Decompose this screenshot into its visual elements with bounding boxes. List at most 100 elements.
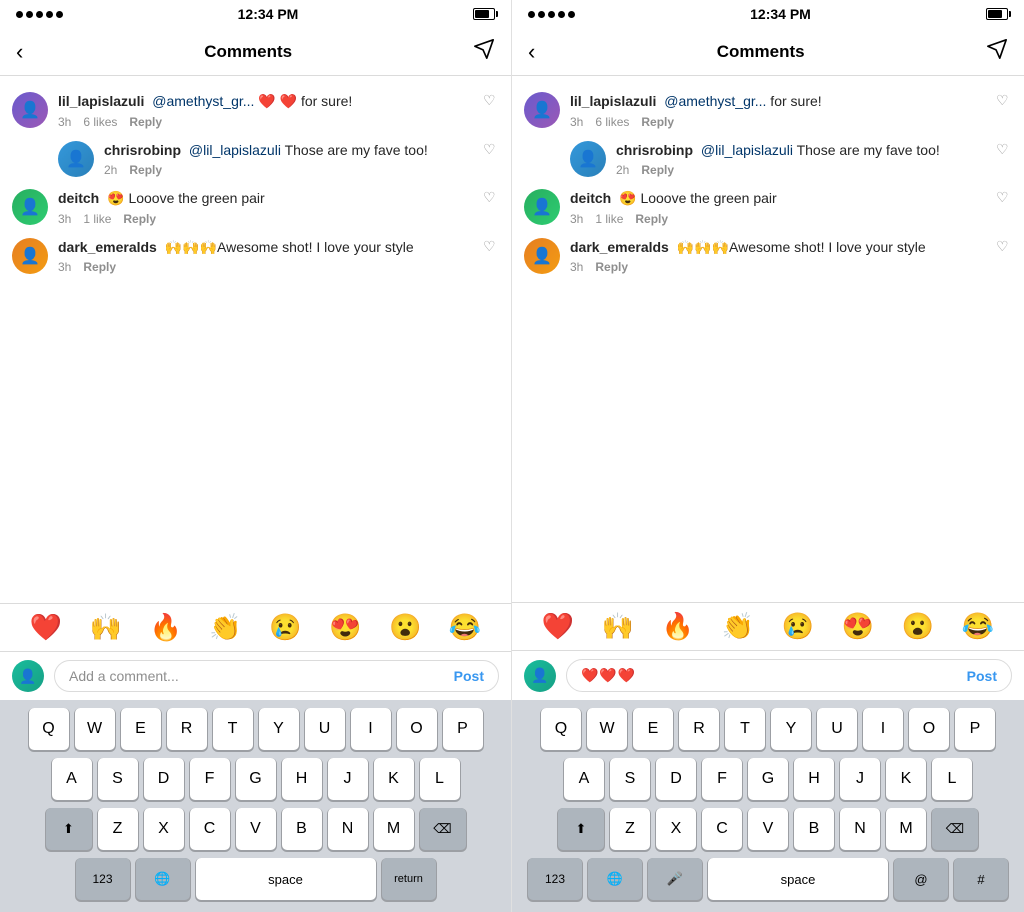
key-l[interactable]: L [932,758,972,800]
key-n[interactable]: N [328,808,368,850]
key-x[interactable]: X [144,808,184,850]
key-e[interactable]: E [121,708,161,750]
key-mic[interactable]: 🎤 [648,858,702,900]
key-space[interactable]: space [708,858,888,900]
key-shift[interactable]: ⬆ [46,808,92,850]
key-delete[interactable]: ⌫ [420,808,466,850]
key-g[interactable]: G [236,758,276,800]
key-c[interactable]: C [190,808,230,850]
key-at[interactable]: @ [894,858,948,900]
key-a[interactable]: A [52,758,92,800]
emoji-wow[interactable]: 😮 [389,612,421,643]
key-q[interactable]: Q [541,708,581,750]
key-l[interactable]: L [420,758,460,800]
key-p[interactable]: P [443,708,483,750]
emoji-cry[interactable]: 😢 [782,611,814,642]
key-u[interactable]: U [305,708,345,750]
emoji-clap[interactable]: 👏 [722,611,754,642]
key-s[interactable]: S [610,758,650,800]
emoji-hands[interactable]: 🙌 [90,612,122,643]
emoji-love[interactable]: 😍 [842,611,874,642]
key-z[interactable]: Z [610,808,650,850]
key-globe[interactable]: 🌐 [588,858,642,900]
key-y[interactable]: Y [771,708,811,750]
back-button-left[interactable]: ‹ [16,39,23,65]
key-k[interactable]: K [886,758,926,800]
like-icon[interactable]: ♡ [483,189,499,205]
key-space[interactable]: space [196,858,376,900]
emoji-laugh[interactable]: 😂 [449,612,481,643]
reply-button[interactable]: Reply [129,163,162,177]
key-r[interactable]: R [679,708,719,750]
key-123[interactable]: 123 [528,858,582,900]
emoji-cry[interactable]: 😢 [269,612,301,643]
reply-button[interactable]: Reply [641,115,674,129]
like-icon[interactable]: ♡ [996,238,1012,254]
key-v[interactable]: V [236,808,276,850]
key-r[interactable]: R [167,708,207,750]
like-icon[interactable]: ♡ [996,189,1012,205]
emoji-hands[interactable]: 🙌 [602,611,634,642]
key-s[interactable]: S [98,758,138,800]
like-icon[interactable]: ♡ [483,141,499,157]
like-icon[interactable]: ♡ [483,92,499,108]
like-icon[interactable]: ♡ [483,238,499,254]
back-button-right[interactable]: ‹ [528,39,535,65]
key-j[interactable]: J [328,758,368,800]
key-n[interactable]: N [840,808,880,850]
key-delete[interactable]: ⌫ [932,808,978,850]
key-q[interactable]: Q [29,708,69,750]
key-f[interactable]: F [190,758,230,800]
key-hash[interactable]: # [954,858,1008,900]
comment-input-box-right[interactable]: ❤️❤️❤️ Post [566,659,1012,692]
emoji-fire[interactable]: 🔥 [662,611,694,642]
key-e[interactable]: E [633,708,673,750]
key-return[interactable]: return [382,858,436,900]
key-y[interactable]: Y [259,708,299,750]
like-icon[interactable]: ♡ [996,92,1012,108]
key-k[interactable]: K [374,758,414,800]
key-m[interactable]: M [886,808,926,850]
reply-button[interactable]: Reply [641,163,674,177]
reply-button[interactable]: Reply [635,212,668,226]
key-a[interactable]: A [564,758,604,800]
send-button-left[interactable] [473,38,495,65]
key-h[interactable]: H [282,758,322,800]
key-h[interactable]: H [794,758,834,800]
key-z[interactable]: Z [98,808,138,850]
key-t[interactable]: T [213,708,253,750]
reply-button[interactable]: Reply [595,260,628,274]
like-icon[interactable]: ♡ [996,141,1012,157]
emoji-heart[interactable]: ❤️ [542,611,574,642]
key-w[interactable]: W [75,708,115,750]
key-shift[interactable]: ⬆ [558,808,604,850]
emoji-love[interactable]: 😍 [329,612,361,643]
key-globe[interactable]: 🌐 [136,858,190,900]
key-u[interactable]: U [817,708,857,750]
key-x[interactable]: X [656,808,696,850]
key-d[interactable]: D [656,758,696,800]
post-button-left[interactable]: Post [454,668,484,684]
send-button-right[interactable] [986,38,1008,65]
post-button-right[interactable]: Post [967,668,997,684]
key-w[interactable]: W [587,708,627,750]
key-b[interactable]: B [794,808,834,850]
emoji-wow[interactable]: 😮 [902,611,934,642]
emoji-heart[interactable]: ❤️ [30,612,62,643]
key-m[interactable]: M [374,808,414,850]
comment-input-box-left[interactable]: Add a comment... Post [54,660,499,692]
key-p[interactable]: P [955,708,995,750]
key-d[interactable]: D [144,758,184,800]
key-o[interactable]: O [909,708,949,750]
key-b[interactable]: B [282,808,322,850]
reply-button[interactable]: Reply [123,212,156,226]
key-v[interactable]: V [748,808,788,850]
reply-button[interactable]: Reply [83,260,116,274]
key-i[interactable]: I [351,708,391,750]
reply-button[interactable]: Reply [129,115,162,129]
emoji-laugh[interactable]: 😂 [962,611,994,642]
emoji-fire[interactable]: 🔥 [150,612,182,643]
key-f[interactable]: F [702,758,742,800]
key-123[interactable]: 123 [76,858,130,900]
key-j[interactable]: J [840,758,880,800]
